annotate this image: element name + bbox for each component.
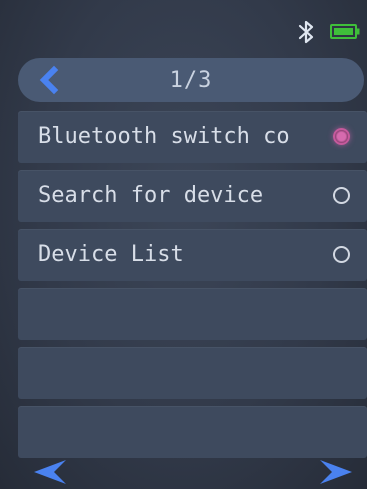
list-item-label — [38, 288, 318, 340]
radio-unselected-icon[interactable] — [333, 246, 350, 263]
list-item-label: Bluetooth switch co — [38, 124, 290, 149]
bluetooth-icon — [298, 20, 314, 44]
list-item-label: Search for device — [38, 183, 264, 208]
status-bar — [0, 0, 367, 52]
list-item-label: Device List — [38, 242, 184, 267]
arrow-left-icon[interactable] — [32, 459, 68, 485]
radio-selected-icon[interactable] — [333, 128, 350, 145]
bottom-nav-bar — [0, 449, 367, 489]
list-item-search-device[interactable]: Search for device — [18, 170, 367, 222]
list-item-empty — [18, 347, 367, 399]
radio-unselected-icon[interactable] — [333, 187, 350, 204]
device-screen: 1/3 Bluetooth switch co Search for devic… — [0, 0, 367, 489]
arrow-right-icon[interactable] — [318, 459, 354, 485]
list-item-label — [38, 347, 318, 399]
battery-icon — [330, 24, 360, 39]
settings-list: Bluetooth switch co Search for device De… — [18, 111, 367, 465]
page-indicator: 1/3 — [169, 68, 213, 93]
list-item-empty — [18, 288, 367, 340]
chevron-left-icon[interactable] — [34, 64, 64, 96]
title-bar: 1/3 — [18, 58, 364, 102]
list-item-device-list[interactable]: Device List — [18, 229, 367, 281]
list-item-bluetooth-switch[interactable]: Bluetooth switch co — [18, 111, 367, 163]
